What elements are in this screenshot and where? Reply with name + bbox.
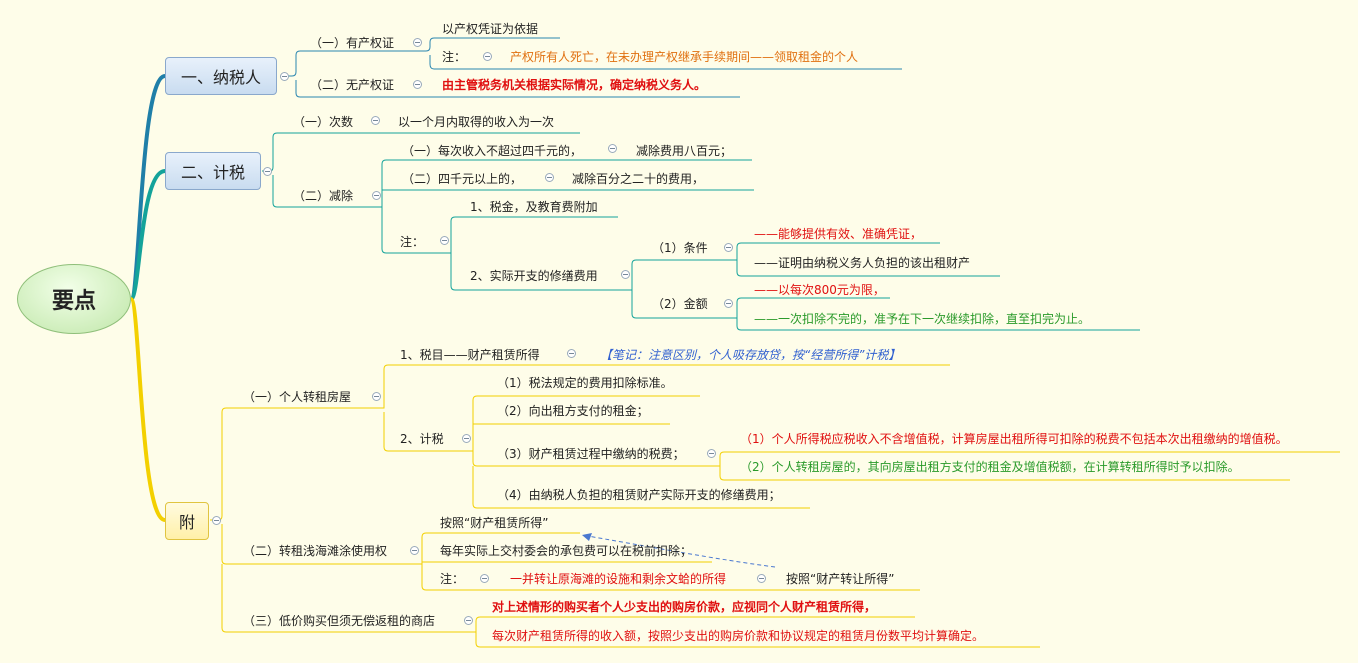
node-amount[interactable]: （2）金额 bbox=[652, 296, 708, 312]
node-cheap-shop[interactable]: （三）低价购买但须无偿返租的商店 bbox=[243, 613, 435, 629]
node-beach-a[interactable]: 按照“财产租赁所得” bbox=[440, 515, 548, 531]
node-amount-1[interactable]: ——以每次800元为限， bbox=[754, 282, 885, 298]
collapse-icon[interactable] bbox=[567, 349, 576, 358]
collapse-icon[interactable] bbox=[413, 80, 422, 89]
node-beach-b[interactable]: 每年实际上交村委会的承包费可以在税前扣除； bbox=[440, 543, 692, 559]
branch-taxpayer-label: 一、纳税人 bbox=[180, 68, 261, 87]
root-label: 要点 bbox=[51, 289, 96, 314]
node-calc-4[interactable]: （4）由纳税人负担的租赁财产实际开支的修缮费用； bbox=[497, 487, 781, 503]
branch-appendix[interactable]: 附 bbox=[165, 502, 209, 540]
node-times[interactable]: （一）次数 bbox=[293, 114, 353, 130]
node-condition-1[interactable]: ——能够提供有效、准确凭证， bbox=[754, 226, 922, 242]
node-has-cert[interactable]: （一）有产权证 bbox=[310, 35, 394, 51]
collapse-icon[interactable] bbox=[263, 167, 272, 176]
node-sublet-house[interactable]: （一）个人转租房屋 bbox=[243, 389, 351, 405]
node-condition[interactable]: （1）条件 bbox=[652, 240, 708, 256]
node-deduct-1[interactable]: （一）每次收入不超过四千元的， bbox=[402, 143, 582, 159]
collapse-icon[interactable] bbox=[545, 173, 554, 182]
branch-appendix-label: 附 bbox=[178, 513, 195, 532]
branch-taxpayer[interactable]: 一、纳税人 bbox=[165, 57, 277, 95]
node-calc-3a[interactable]: （1）个人所得税应税收入不含增值税，计算房屋出租所得可扣除的税费不包括本次出租缴… bbox=[740, 431, 1288, 447]
mind-map: 要点 一、纳税人 二、计税 附 （一）有产权证 以产权凭证为依据 注： 产权所有… bbox=[0, 0, 1358, 663]
collapse-icon[interactable] bbox=[410, 546, 419, 555]
node-no-cert-text[interactable]: 由主管税务机关根据实际情况，确定纳税义务人。 bbox=[442, 77, 706, 93]
collapse-icon[interactable] bbox=[707, 449, 716, 458]
collapse-icon[interactable] bbox=[608, 144, 617, 153]
collapse-icon[interactable] bbox=[621, 270, 630, 279]
node-note-1[interactable]: 1、税金，及教育费附加 bbox=[470, 199, 598, 215]
collapse-icon[interactable] bbox=[371, 116, 380, 125]
node-tax-calc[interactable]: 2、计税 bbox=[400, 431, 444, 447]
branch-tax-calc[interactable]: 二、计税 bbox=[165, 152, 261, 190]
root-node[interactable]: 要点 bbox=[17, 264, 131, 334]
node-times-text[interactable]: 以一个月内取得的收入为一次 bbox=[398, 114, 554, 130]
collapse-icon[interactable] bbox=[212, 516, 221, 525]
collapse-icon[interactable] bbox=[440, 236, 449, 245]
node-calc-3[interactable]: （3）财产租赁过程中缴纳的税费； bbox=[497, 446, 685, 462]
collapse-icon[interactable] bbox=[372, 191, 381, 200]
node-shop-a[interactable]: 对上述情形的购买者个人少支出的购房价款，应视同个人财产租赁所得， bbox=[492, 599, 876, 615]
node-sublet-beach[interactable]: （二）转租浅海滩涂使用权 bbox=[243, 543, 387, 559]
collapse-icon[interactable] bbox=[413, 38, 422, 47]
node-deduct-2-text[interactable]: 减除百分之二十的费用， bbox=[572, 171, 704, 187]
node-calc-1[interactable]: （1）税法规定的费用扣除标准。 bbox=[497, 375, 673, 391]
collapse-icon[interactable] bbox=[724, 243, 733, 252]
collapse-icon[interactable] bbox=[724, 299, 733, 308]
branch-tax-calc-label: 二、计税 bbox=[180, 163, 245, 182]
node-calc-3b[interactable]: （2）个人转租房屋的，其向房屋出租方支付的租金及增值税额，在计算转租所得时予以扣… bbox=[740, 459, 1240, 475]
node-amount-2[interactable]: ——一次扣除不完的，准予在下一次继续扣除，直至扣完为止。 bbox=[754, 311, 1090, 327]
node-beach-note[interactable]: 一并转让原海滩的设施和剩余文蛤的所得 bbox=[510, 571, 726, 587]
node-deduct-note-label[interactable]: 注： bbox=[400, 234, 424, 250]
node-no-cert[interactable]: （二）无产权证 bbox=[310, 77, 394, 93]
node-deduct-1-text[interactable]: 减除费用八百元； bbox=[636, 143, 732, 159]
collapse-icon[interactable] bbox=[483, 52, 492, 61]
collapse-icon[interactable] bbox=[462, 434, 471, 443]
collapse-icon[interactable] bbox=[757, 574, 766, 583]
node-condition-2[interactable]: ——证明由纳税义务人负担的该出租财产 bbox=[754, 255, 970, 271]
collapse-icon[interactable] bbox=[280, 72, 289, 81]
node-note-2[interactable]: 2、实际开支的修缮费用 bbox=[470, 268, 598, 284]
collapse-icon[interactable] bbox=[464, 616, 473, 625]
node-beach-note-label[interactable]: 注： bbox=[440, 571, 464, 587]
node-calc-2[interactable]: （2）向出租方支付的租金； bbox=[497, 403, 649, 419]
node-deduct-2[interactable]: （二）四千元以上的， bbox=[402, 171, 522, 187]
collapse-icon[interactable] bbox=[372, 392, 381, 401]
node-cert-note-label[interactable]: 注： bbox=[442, 49, 466, 65]
node-deduct[interactable]: （二）减除 bbox=[293, 188, 353, 204]
node-cert-basis[interactable]: 以产权凭证为依据 bbox=[442, 21, 538, 37]
collapse-icon[interactable] bbox=[480, 574, 489, 583]
node-shop-b[interactable]: 每次财产租赁所得的收入额，按照少支出的购房价款和协议规定的租赁月份数平均计算确定… bbox=[492, 628, 984, 644]
node-beach-note-result[interactable]: 按照“财产转让所得” bbox=[786, 571, 894, 587]
connector-lines bbox=[129, 37, 1340, 648]
node-tax-item-note[interactable]: 【笔记：注意区别，个人吸存放贷，按“经营所得”计税】 bbox=[600, 347, 900, 363]
node-tax-item[interactable]: 1、税目——财产租赁所得 bbox=[400, 347, 540, 363]
node-cert-note[interactable]: 产权所有人死亡，在未办理产权继承手续期间——领取租金的个人 bbox=[510, 49, 858, 65]
